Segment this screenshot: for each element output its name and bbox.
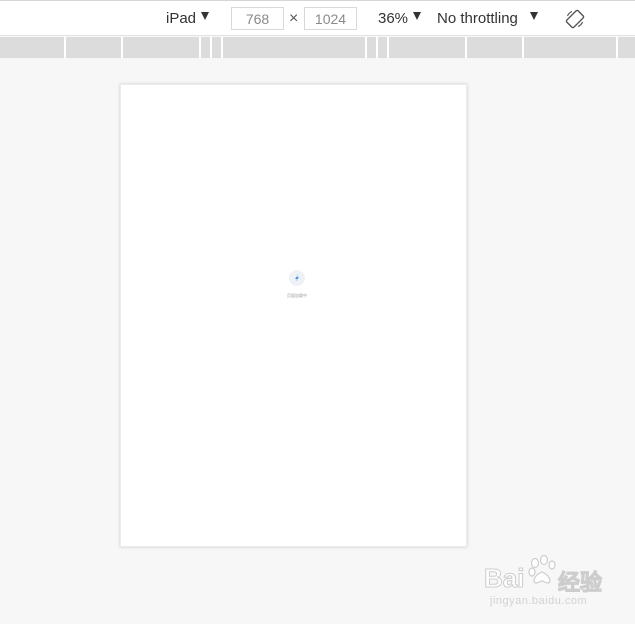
ruler-breakpoint[interactable] [522, 37, 524, 58]
watermark-brand-left: Bai [483, 563, 525, 594]
loading-text: 页面加载中 [287, 293, 307, 298]
caret-down-icon[interactable] [530, 12, 538, 20]
width-input[interactable] [231, 7, 284, 30]
loading-logo-icon [289, 270, 305, 286]
ruler-breakpoint[interactable] [376, 37, 378, 58]
ruler-breakpoint[interactable] [365, 37, 367, 58]
ruler-breakpoint[interactable] [121, 37, 123, 58]
throttling-select-label[interactable]: No throttling [437, 10, 518, 27]
emulated-viewport-area: 页面加载中 [0, 58, 635, 624]
ruler-breakpoint[interactable] [199, 37, 201, 58]
ruler-breakpoint[interactable] [387, 37, 389, 58]
rotate-device-icon[interactable] [565, 9, 585, 29]
ruler-breakpoint[interactable] [465, 37, 467, 58]
ruler-breakpoint[interactable] [221, 37, 223, 58]
watermark-url: jingyan.baidu.com [490, 595, 588, 607]
zoom-select-label[interactable]: 36% [378, 10, 408, 27]
height-input[interactable] [304, 7, 357, 30]
caret-down-icon[interactable] [413, 12, 421, 20]
watermark-brand-right: 经验 [557, 570, 603, 596]
device-screen[interactable]: 页面加载中 [120, 84, 467, 547]
device-select-label[interactable]: iPad [166, 10, 196, 27]
baidu-paw-icon [528, 555, 556, 584]
media-query-ruler[interactable] [0, 37, 635, 58]
ruler-breakpoint[interactable] [616, 37, 618, 58]
device-toolbar: iPad × 36% No throttling [0, 0, 635, 36]
dimension-separator: × [289, 10, 299, 27]
ruler-breakpoint[interactable] [210, 37, 212, 58]
baidu-jingyan-watermark: Bai 经验 jingyan.baidu.com [483, 553, 614, 613]
caret-down-icon[interactable] [201, 12, 209, 20]
ruler-breakpoint[interactable] [64, 37, 66, 58]
